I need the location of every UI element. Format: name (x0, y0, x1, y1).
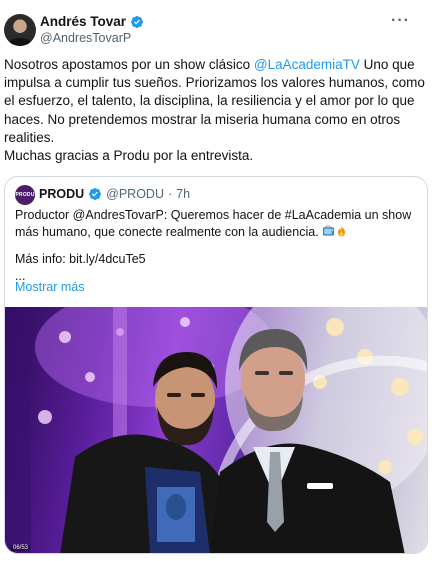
quoted-post[interactable]: PRODU PRODU @PRODU · 7h Productor @Andre… (4, 176, 428, 554)
quoted-name[interactable]: PRODU (39, 187, 84, 201)
author-handle[interactable]: @AndresTovarP (40, 31, 131, 45)
quoted-handle[interactable]: @PRODU (106, 187, 164, 201)
quoted-line1: Productor @AndresTovarP: Queremos hacer … (15, 208, 412, 239)
author-avatar[interactable] (4, 14, 36, 46)
tweet-card: Andrés Tovar @AndresTovarP ··· Nosotros … (0, 0, 432, 561)
quoted-separator: · (168, 187, 173, 201)
quoted-text: Productor @AndresTovarP: Queremos hacer … (15, 207, 419, 285)
tv-icon (323, 225, 335, 236)
quoted-avatar-text: PRODU (15, 192, 35, 198)
author-name-row: Andrés Tovar (40, 14, 144, 29)
post-text-line2: Muchas gracias a Produ por la entrevista… (4, 148, 254, 164)
quoted-photo[interactable]: 06/53 (5, 307, 427, 553)
more-options-icon[interactable]: ··· (391, 12, 410, 30)
photo-watermark: 06/53 (11, 545, 31, 551)
quoted-avatar[interactable]: PRODU (15, 185, 35, 205)
verified-badge-icon (89, 188, 102, 200)
quoted-time[interactable]: 7h (176, 187, 190, 201)
quoted-line2: Más info: bit.ly/4dcuTe5 (15, 252, 146, 266)
post-text-part: Nosotros apostamos por un show clásico (4, 57, 254, 72)
author-name[interactable]: Andrés Tovar (40, 14, 126, 29)
quoted-header: PRODU @PRODU · 7h (39, 187, 190, 201)
post-text: Nosotros apostamos por un show clásico @… (4, 56, 428, 165)
mention-link[interactable]: @LaAcademiaTV (254, 57, 360, 72)
fire-icon (338, 225, 346, 237)
verified-badge-icon (131, 15, 144, 28)
show-more-link[interactable]: Mostrar más (15, 280, 84, 294)
photo-illustration (5, 307, 427, 553)
